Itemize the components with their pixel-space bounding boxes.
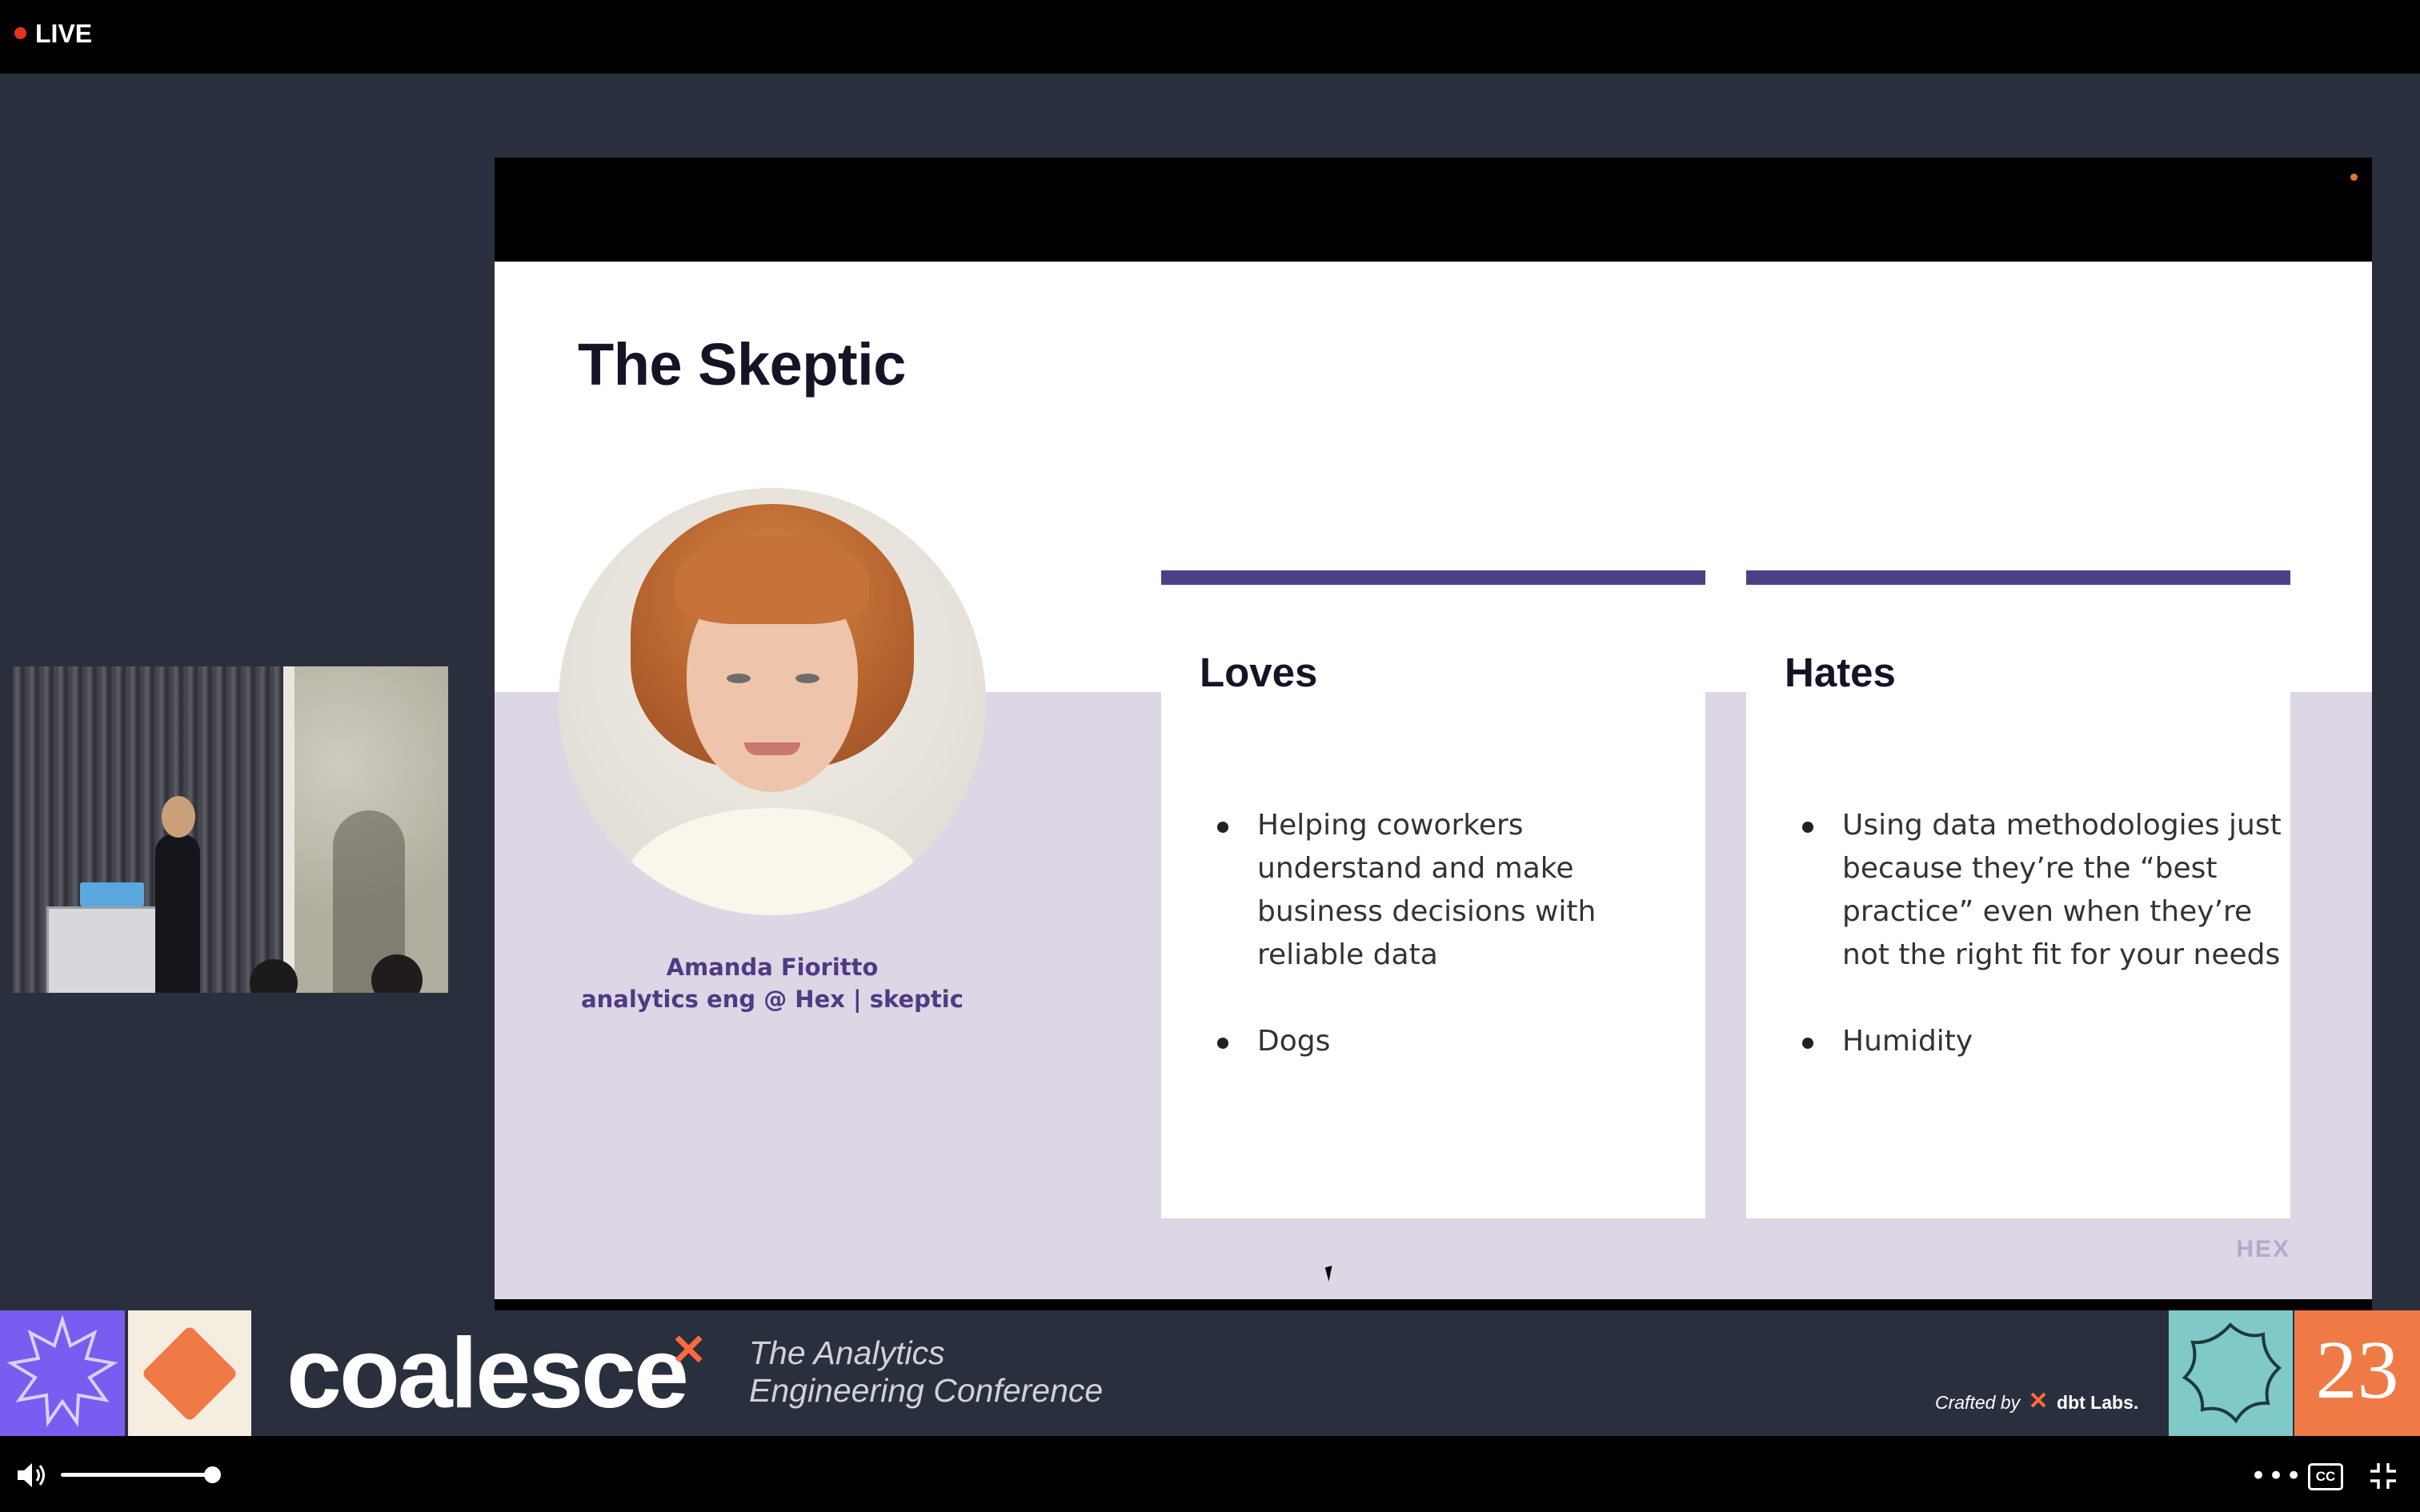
live-label: LIVE: [35, 19, 93, 48]
presentation-screen: The Skeptic Amanda Fioritto analytics en…: [495, 158, 2372, 1374]
video-stage: The Skeptic Amanda Fioritto analytics en…: [0, 74, 2420, 1374]
portrait-eye: [727, 674, 751, 683]
coalesce-logo-text: coalesce: [286, 1318, 689, 1429]
portrait-mouth: [744, 742, 800, 755]
speaker-portrait: [559, 488, 986, 915]
list-item: Humidity: [1802, 1020, 2282, 1063]
slide: The Skeptic Amanda Fioritto analytics en…: [495, 262, 2372, 1299]
coalesce-mark-icon: ✕: [671, 1326, 707, 1374]
volume-icon[interactable]: [16, 1462, 48, 1489]
portrait-bangs: [675, 536, 869, 624]
loves-list: Helping coworkers understand and make bu…: [1209, 804, 1697, 1106]
wavy-flower-icon: [2182, 1322, 2282, 1424]
star-tile: [0, 1310, 125, 1436]
tagline-line: The Analytics: [749, 1334, 945, 1371]
hex-logo: HEX: [2236, 1236, 2290, 1262]
speaker-camera-feed[interactable]: [13, 666, 448, 993]
list-item: Helping coworkers understand and make bu…: [1217, 804, 1697, 977]
conference-year: 23: [2315, 1324, 2399, 1416]
list-item: Dogs: [1217, 1020, 1697, 1063]
more-icon[interactable]: •••: [2250, 1460, 2303, 1492]
top-bar: LIVE: [0, 0, 2420, 74]
diamond-tile: [128, 1310, 251, 1436]
speaker-name: Amanda Fioritto: [666, 954, 879, 981]
slide-title: The Skeptic: [578, 331, 906, 398]
hates-card: Hates Using data methodologies just beca…: [1746, 570, 2290, 1218]
star-burst-icon: [6, 1314, 118, 1427]
speaker-head: [162, 796, 195, 838]
tagline-line: Engineering Conference: [749, 1372, 1104, 1409]
hates-list: Using data methodologies just because th…: [1794, 804, 2282, 1106]
dbt-logo-icon: ✕: [2028, 1388, 2049, 1414]
closed-captions-button[interactable]: CC: [2308, 1463, 2343, 1490]
volume-slider-handle[interactable]: [204, 1466, 221, 1483]
dbt-labs-name: dbt Labs.: [2057, 1392, 2139, 1413]
diamond-icon: [141, 1325, 238, 1422]
podium: [46, 906, 171, 993]
portrait-eye: [795, 674, 819, 683]
year-tile: 23: [2294, 1310, 2420, 1436]
exit-fullscreen-icon[interactable]: [2369, 1462, 2398, 1490]
player-controls: ••• CC: [0, 1436, 2420, 1512]
card-accent-bar: [1161, 570, 1705, 585]
card-accent-bar: [1746, 570, 2290, 585]
speaker-caption: Amanda Fioritto analytics eng @ Hex | sk…: [495, 951, 1050, 1015]
flower-tile: [2169, 1310, 2293, 1436]
volume-slider-track[interactable]: [61, 1473, 212, 1477]
conference-banner: coalesce ✕ The Analytics Engineering Con…: [0, 1310, 2420, 1436]
recording-dot-icon: [2350, 174, 2358, 181]
loves-heading: Loves: [1200, 650, 1318, 695]
speaker-role: analytics eng @ Hex | skeptic: [581, 986, 964, 1013]
conference-tagline: The Analytics Engineering Conference: [749, 1334, 1103, 1410]
loves-card: Loves Helping coworkers understand and m…: [1161, 570, 1705, 1218]
hates-heading: Hates: [1785, 650, 1896, 695]
live-indicator-icon: [14, 27, 26, 39]
portrait-shirt: [623, 808, 922, 915]
laptop: [80, 882, 144, 906]
list-item: Using data methodologies just because th…: [1802, 804, 2282, 977]
speaker-figure: [155, 834, 200, 993]
crafted-by-credit: Crafted by ✕ dbt Labs.: [1935, 1387, 2138, 1415]
crafted-by-label: Crafted by: [1935, 1392, 2021, 1413]
pillar: [283, 666, 294, 993]
